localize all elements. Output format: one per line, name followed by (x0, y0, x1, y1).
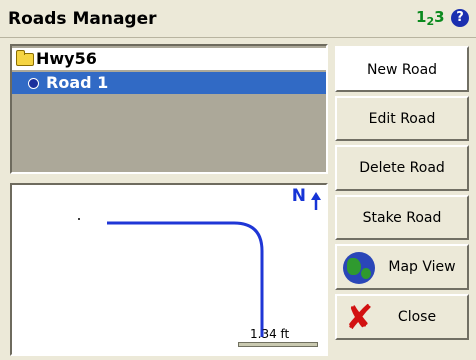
road-preview-map: N 1.34 ft (10, 183, 328, 356)
scale-bar (238, 342, 318, 347)
title-bar: Roads Manager 123 ? (0, 0, 476, 38)
road-dot-icon (28, 78, 39, 89)
units-icon-main: 1 (416, 8, 427, 26)
window-title: Roads Manager (8, 9, 157, 29)
units-icon[interactable]: 123 (416, 8, 445, 31)
units-icon-tail: 3 (434, 8, 445, 26)
road-centerline (107, 221, 264, 337)
stake-road-label: Stake Road (362, 210, 442, 226)
scale-label: 1.34 ft (250, 327, 290, 341)
units-icon-sub: 2 (426, 15, 435, 28)
north-label: N (291, 186, 306, 206)
tree-item-hwy56[interactable]: Hwy56 (12, 48, 326, 70)
globe-icon (343, 252, 375, 284)
edit-road-button[interactable]: Edit Road (335, 96, 469, 141)
edit-road-label: Edit Road (368, 111, 436, 127)
tree-item-label: Hwy56 (36, 49, 97, 68)
delete-road-label: Delete Road (359, 160, 445, 176)
north-arrow-icon (311, 192, 321, 210)
folder-icon (16, 50, 34, 66)
map-view-button[interactable]: Map View (335, 244, 469, 290)
help-icon[interactable]: ? (451, 9, 469, 27)
map-view-label: Map View (388, 259, 456, 275)
close-button[interactable]: ✘ Close (335, 294, 469, 340)
new-road-label: New Road (366, 62, 438, 78)
close-label: Close (397, 309, 437, 325)
stake-road-button[interactable]: Stake Road (335, 195, 469, 240)
delete-road-button[interactable]: Delete Road (335, 145, 469, 191)
tree-item-road-1[interactable]: Road 1 (12, 72, 326, 94)
roads-tree[interactable]: Hwy56 Road 1 (10, 44, 328, 174)
tree-item-label: Road 1 (46, 73, 109, 92)
new-road-button[interactable]: New Road (335, 46, 469, 92)
start-point-marker (78, 218, 80, 220)
